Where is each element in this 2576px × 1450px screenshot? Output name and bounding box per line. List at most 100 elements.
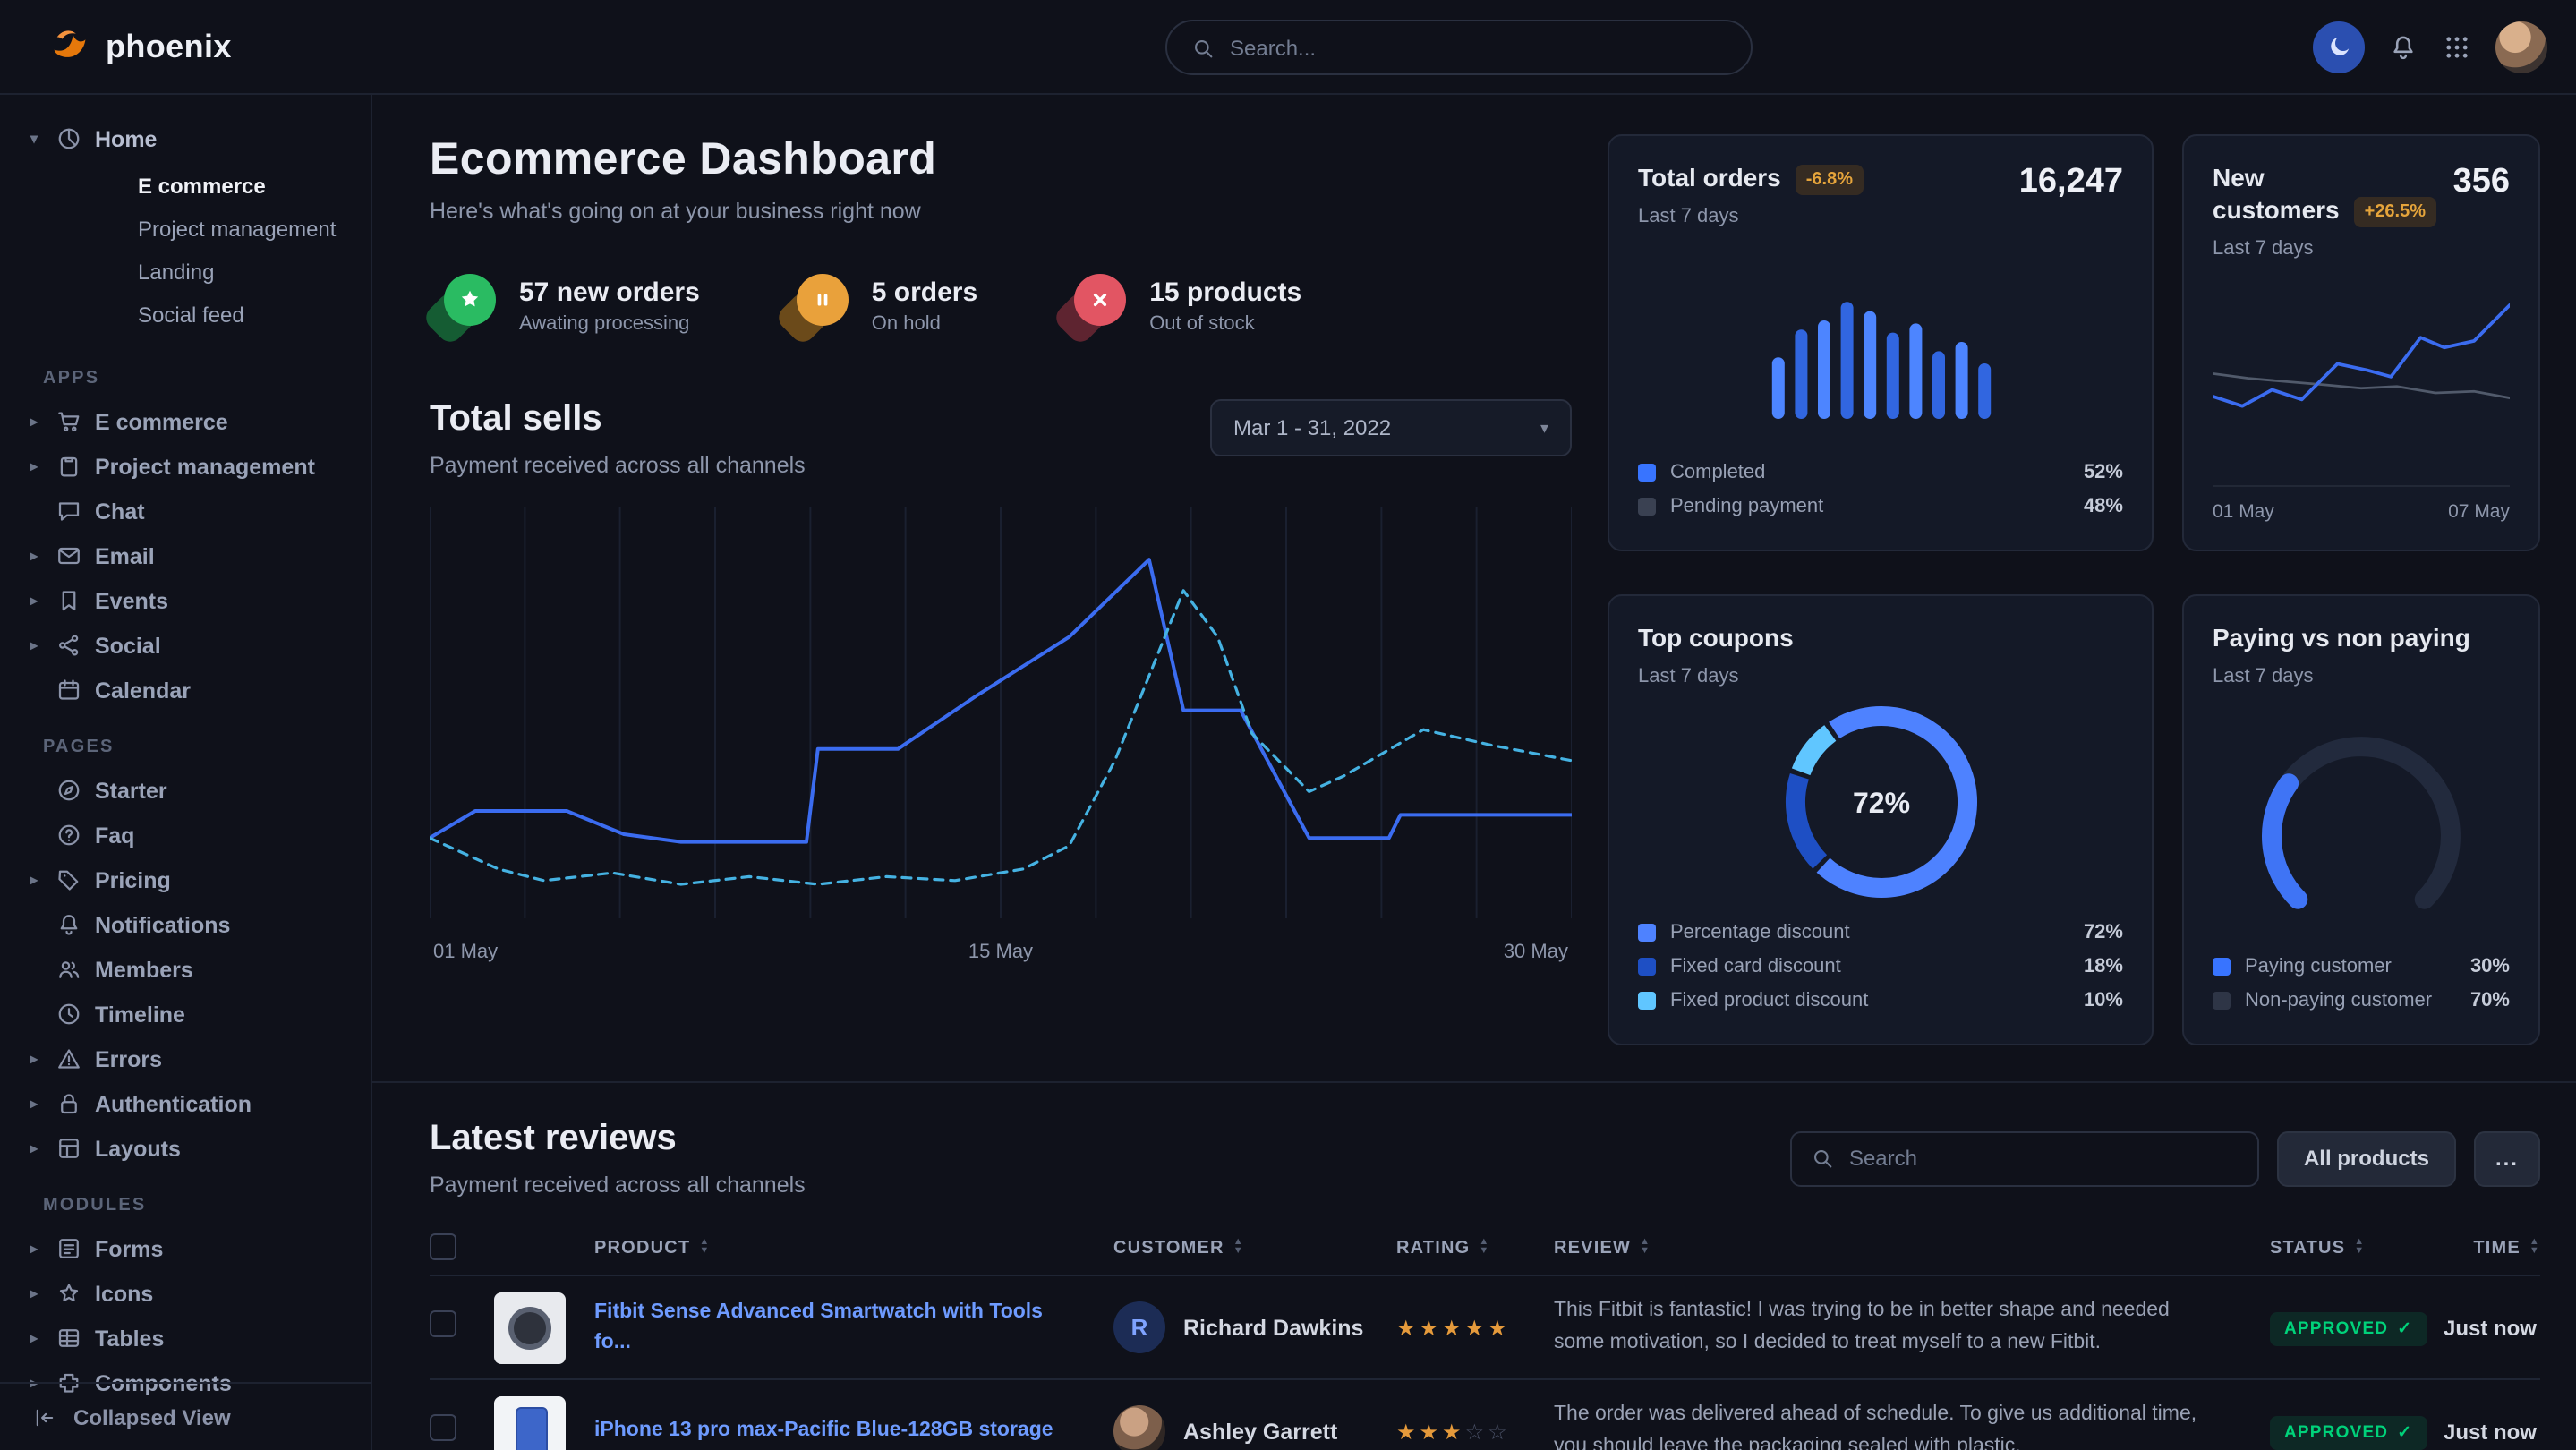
table-row[interactable]: iPhone 13 pro max-Pacific Blue-128GB sto… [430, 1380, 2540, 1450]
card-title: Total orders [1638, 163, 1781, 192]
sidebar-item-project-management[interactable]: Project management [0, 208, 371, 251]
total-sells-title: Total sells [430, 399, 806, 440]
collapse-icon [32, 1404, 57, 1429]
product-link[interactable]: Fitbit Sense Advanced Smartwatch with To… [594, 1299, 1113, 1356]
chevron-right-icon: ▸ [25, 1285, 43, 1301]
product-thumbnail [494, 1395, 566, 1450]
sidebar-item-forms[interactable]: ▸Forms [0, 1226, 371, 1271]
new-customers-x-axis: 01 May 07 May [2213, 485, 2510, 523]
sidebar-item-chat[interactable]: Chat [0, 489, 371, 533]
sidebar-item-social-feed[interactable]: Social feed [0, 294, 371, 337]
sort-icon[interactable]: ▲▼ [2354, 1240, 2365, 1258]
sidebar-item-e-commerce[interactable]: E commerce [0, 165, 371, 208]
card-period: Last 7 days [1638, 666, 2123, 687]
sidebar-item-timeline[interactable]: Timeline [0, 992, 371, 1036]
sidebar-item-pricing[interactable]: ▸Pricing [0, 857, 371, 902]
sidebar-item-project-management[interactable]: ▸Project management [0, 444, 371, 489]
nine-dots-grid-icon [2442, 31, 2472, 62]
legend-item-non-paying-customer: Non-paying customer70% [2213, 983, 2510, 1017]
dark-mode-toggle[interactable] [2313, 21, 2365, 72]
sidebar-item-landing[interactable]: Landing [0, 251, 371, 294]
reviews-title: Latest reviews [430, 1119, 806, 1160]
sidebar-item-events[interactable]: ▸Events [0, 578, 371, 623]
status-badge: APPROVED✓ [2270, 1311, 2427, 1345]
all-products-filter-button[interactable]: All products [2277, 1130, 2456, 1186]
sort-icon[interactable]: ▲▼ [1640, 1240, 1651, 1258]
product-link[interactable]: iPhone 13 pro max-Pacific Blue-128GB sto… [594, 1417, 1113, 1446]
global-search[interactable] [1165, 20, 1753, 75]
collapse-sidebar-button[interactable]: Collapsed View [0, 1382, 371, 1450]
stat-value: 5 orders [872, 277, 977, 308]
column-header-customer[interactable]: CUSTOMER▲▼ [1113, 1239, 1396, 1258]
sidebar-section-modules: MODULES▸Forms▸Icons▸Tables▸Components [0, 1171, 371, 1405]
column-header-status[interactable]: STATUS▲▼ [2270, 1239, 2442, 1258]
chevron-right-icon: ▸ [25, 1241, 43, 1257]
reviews-search-input[interactable] [1849, 1146, 2239, 1171]
chat-icon [55, 498, 82, 525]
sidebar-item-layouts[interactable]: ▸Layouts [0, 1126, 371, 1171]
tag-icon [55, 866, 82, 893]
sidebar-section-pages: PAGESStarterFaq▸PricingNotificationsMemb… [0, 712, 371, 1171]
clipboard-icon [55, 453, 82, 480]
sidebar-item-errors[interactable]: ▸Errors [0, 1036, 371, 1081]
date-range-select[interactable]: Mar 1 - 31, 2022 ▾ [1210, 399, 1572, 456]
reviews-table: PRODUCT▲▼CUSTOMER▲▼RATING▲▼REVIEW▲▼STATU… [430, 1223, 2540, 1450]
column-header-product[interactable]: PRODUCT▲▼ [594, 1239, 1113, 1258]
sidebar: ▾HomeE commerceProject managementLanding… [0, 95, 372, 1450]
sidebar-item-tables[interactable]: ▸Tables [0, 1316, 371, 1360]
sidebar-item-starter[interactable]: Starter [0, 768, 371, 813]
user-avatar[interactable] [2495, 21, 2547, 72]
apps-grid-button[interactable] [2442, 31, 2472, 62]
sort-icon[interactable]: ▲▼ [2529, 1240, 2540, 1258]
reviews-search[interactable] [1790, 1130, 2259, 1186]
sidebar-item-calendar[interactable]: Calendar [0, 668, 371, 712]
stat-value: 57 new orders [519, 277, 700, 308]
sidebar-item-members[interactable]: Members [0, 947, 371, 992]
topbar-actions [2313, 21, 2547, 72]
card-period: Last 7 days [1638, 206, 1864, 227]
star-rating: ★★★☆☆ [1396, 1419, 1511, 1444]
sidebar-item-e-commerce[interactable]: ▸E commerce [0, 399, 371, 444]
search-input[interactable] [1230, 35, 1727, 60]
pause-icon [782, 274, 849, 338]
row-checkbox[interactable] [430, 1413, 456, 1440]
card-title: Paying vs non paying [2213, 623, 2470, 652]
column-header-time[interactable]: TIME▲▼ [2442, 1239, 2540, 1258]
row-checkbox[interactable] [430, 1309, 456, 1336]
more-options-button[interactable]: ... [2474, 1130, 2540, 1186]
sidebar-item-icons[interactable]: ▸Icons [0, 1271, 371, 1316]
sidebar-item-email[interactable]: ▸Email [0, 533, 371, 578]
sidebar-item-social[interactable]: ▸Social [0, 623, 371, 668]
sidebar-item-home[interactable]: ▾Home [0, 116, 371, 161]
check-icon: ✓ [2397, 1318, 2412, 1338]
sidebar-section-apps: APPS▸E commerce▸Project managementChat▸E… [0, 344, 371, 712]
new-customers-card: New customers+26.5% Last 7 days 356 01 M… [2182, 134, 2540, 551]
card-period: Last 7 days [2213, 666, 2510, 687]
stat-out-of-stock: 15 productsOut of stock [1060, 274, 1301, 338]
stat-on-hold: 5 ordersOn hold [782, 274, 977, 338]
sort-icon[interactable]: ▲▼ [699, 1240, 710, 1258]
paying-vs-nonpaying-card: Paying vs non paying Last 7 days Paying … [2182, 594, 2540, 1045]
calendar-icon [55, 677, 82, 704]
review-time: Just now [2442, 1419, 2540, 1444]
brand-logo[interactable]: phoenix [47, 20, 232, 73]
chevron-right-icon: ▸ [25, 1096, 43, 1112]
top-coupons-card: Top coupons Last 7 days 72% Percentage d… [1608, 594, 2154, 1045]
notifications-button[interactable] [2388, 31, 2418, 62]
total-sells-chart: 01 May 15 May 30 May [430, 507, 1572, 963]
dashboard-left-column: Ecommerce Dashboard Here's what's going … [430, 134, 1572, 1045]
column-header-review[interactable]: REVIEW▲▼ [1554, 1239, 2270, 1258]
customer-cell: RRichard Dawkins [1113, 1301, 1396, 1353]
sidebar-item-notifications[interactable]: Notifications [0, 902, 371, 947]
stat-caption: Out of stock [1149, 313, 1301, 335]
select-all-checkbox[interactable] [430, 1232, 456, 1259]
sort-icon[interactable]: ▲▼ [1233, 1240, 1244, 1258]
sort-icon[interactable]: ▲▼ [1479, 1240, 1489, 1258]
table-row[interactable]: Fitbit Sense Advanced Smartwatch with To… [430, 1276, 2540, 1380]
column-header-rating[interactable]: RATING▲▼ [1396, 1239, 1554, 1258]
lock-icon [55, 1090, 82, 1117]
sidebar-section-label: APPS [0, 344, 371, 399]
new-customers-line-chart [2213, 260, 2510, 474]
sidebar-item-faq[interactable]: Faq [0, 813, 371, 857]
sidebar-item-authentication[interactable]: ▸Authentication [0, 1081, 371, 1126]
